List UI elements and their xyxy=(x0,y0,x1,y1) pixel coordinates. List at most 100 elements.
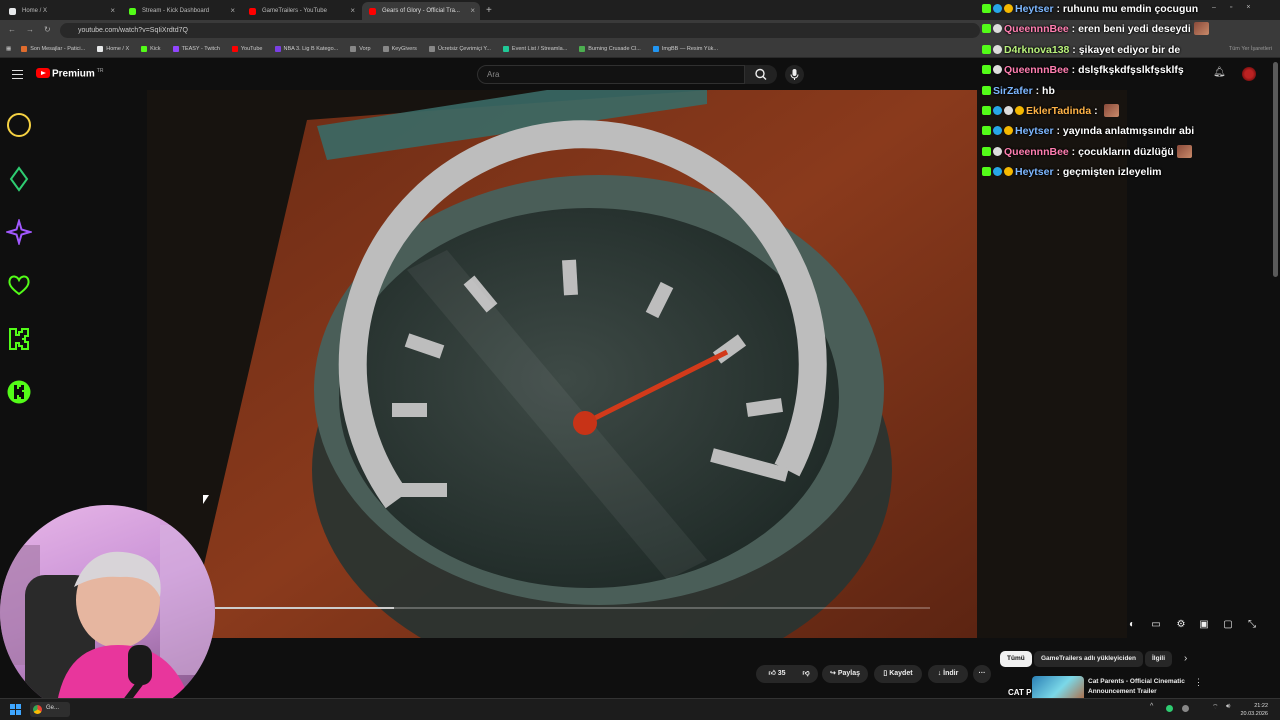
tray-chevron-icon[interactable]: ^ xyxy=(1150,703,1153,710)
chevron-right-icon[interactable]: › xyxy=(1184,653,1187,664)
clock-date: 20.03.2026 xyxy=(1240,711,1268,717)
bookmark-favicon-icon xyxy=(579,46,586,52)
chat-username[interactable]: SirZafer xyxy=(993,85,1033,97)
tab-label: GameTrailers - YouTube xyxy=(262,8,327,14)
chat-separator: : xyxy=(1032,84,1043,97)
bookmark-item[interactable]: ImgBB — Resim Yük... xyxy=(652,46,718,52)
chat-separator: : xyxy=(1053,125,1063,138)
k-badge-icon xyxy=(982,44,991,54)
clock-time: 21:22 xyxy=(1254,703,1268,709)
chat-username[interactable]: D4rknova138 xyxy=(1004,44,1069,56)
bookmark-item[interactable]: Home / X xyxy=(97,46,129,52)
bookmark-label: Vorp xyxy=(359,46,371,52)
close-tab-icon[interactable]: × xyxy=(110,2,115,20)
apps-icon[interactable]: ▦ xyxy=(6,46,11,52)
dislike-button[interactable]: 👎︎ xyxy=(796,665,816,683)
chat-username[interactable]: Heytser xyxy=(1015,166,1054,178)
system-clock[interactable]: 21:22 20.03.2026 xyxy=(1240,702,1268,718)
more-vert-icon[interactable]: ⋮ xyxy=(1194,677,1203,688)
webcam-frame xyxy=(0,525,215,720)
chat-username[interactable]: Heytser xyxy=(1015,125,1054,137)
chip-related[interactable]: İlgili xyxy=(1145,651,1172,667)
bookmark-item[interactable]: Son Mesajlar - Patici... xyxy=(21,46,85,52)
bookmark-item[interactable]: NBA 3. Lig B Katego... xyxy=(274,46,339,52)
bookmark-item[interactable]: TEASY - Twitch xyxy=(172,46,220,52)
chat-message: QueennnBee : dslşfkşkdfşslkfşsklfş xyxy=(982,61,1184,81)
video-player[interactable] xyxy=(147,90,1127,638)
new-tab-button[interactable]: + xyxy=(486,2,492,20)
tab-label: Gears of Glory - Official Tra... xyxy=(382,8,460,14)
browser-tab[interactable]: Stream - Kick Dashboard × xyxy=(122,2,240,20)
url-bar[interactable]: youtube.com/watch?v=SqIiXrdtd7Q xyxy=(60,23,980,38)
tray-app-icon[interactable] xyxy=(1166,705,1173,712)
browser-tab[interactable]: Home / X × xyxy=(2,2,120,20)
circle-icon xyxy=(7,113,31,137)
chat-username[interactable]: QueennnBee xyxy=(1004,146,1069,158)
miniplayer-icon[interactable]: ▣ xyxy=(1197,619,1211,631)
hamburger-menu-icon[interactable] xyxy=(12,70,23,79)
wifi-icon[interactable]: ⌔ xyxy=(1212,703,1219,712)
browser-tab[interactable]: GameTrailers - YouTube × xyxy=(242,2,360,20)
voice-search-button[interactable] xyxy=(785,65,804,84)
reload-icon[interactable]: ↻ xyxy=(44,25,51,34)
chat-username[interactable]: Heytser xyxy=(1015,3,1054,15)
back-icon[interactable]: ← xyxy=(8,25,16,34)
video-progress-fill xyxy=(215,607,394,609)
bookmark-item[interactable]: YouTube xyxy=(231,46,263,52)
windows-start-icon[interactable] xyxy=(10,704,21,715)
close-tab-icon[interactable]: × xyxy=(230,2,235,20)
chat-text: çocukların düzlüğü xyxy=(1078,145,1174,158)
save-button[interactable]: ▯ Kaydet xyxy=(874,665,922,683)
close-tab-icon[interactable]: × xyxy=(470,2,475,20)
share-button[interactable]: ↪ Paylaş xyxy=(822,665,868,683)
chip-from-uploader[interactable]: GameTrailers adlı yükleyiciden xyxy=(1034,651,1144,667)
gold-badge-icon xyxy=(1004,4,1013,13)
bookmark-item[interactable]: Event List / Streamla... xyxy=(502,46,567,52)
tray-app-icon[interactable] xyxy=(1182,705,1189,712)
kick-badge-icon xyxy=(7,380,31,404)
search-input[interactable]: Ara xyxy=(477,65,745,84)
mod-badge-icon xyxy=(993,65,1002,75)
bookmark-favicon-icon xyxy=(652,46,659,52)
share-label: Paylaş xyxy=(837,670,860,677)
autoplay-toggle[interactable]: ◐ xyxy=(1125,619,1139,631)
country-code: TR xyxy=(96,68,104,74)
bookmark-item[interactable]: Vorp xyxy=(350,46,371,52)
bookmark-label: Kick xyxy=(150,46,161,52)
forward-icon[interactable]: → xyxy=(26,25,34,34)
video-progress-bar[interactable] xyxy=(215,607,930,609)
kick-logo-icon xyxy=(9,328,29,350)
sub-badge-icon xyxy=(993,126,1002,136)
youtube-premium-logo[interactable]: Premium TR xyxy=(52,68,103,79)
url-text: youtube.com/watch?v=SqIiXrdtd7Q xyxy=(78,27,188,34)
close-tab-icon[interactable]: × xyxy=(350,2,355,20)
subtitles-icon[interactable]: ▭ xyxy=(1149,619,1163,631)
settings-gear-icon[interactable]: ⚙ xyxy=(1174,619,1188,631)
streamer-webcam xyxy=(0,505,215,720)
bookmark-item[interactable]: Burning Crusade Cl... xyxy=(579,46,641,52)
taskbar-chrome-app[interactable]: Ge... xyxy=(30,702,70,717)
chip-all[interactable]: Tümü xyxy=(1000,651,1032,667)
chat-username[interactable]: EklerTadinda xyxy=(1026,105,1091,117)
bookmark-label: NBA 3. Lig B Katego... xyxy=(283,46,339,52)
theater-mode-icon[interactable]: ▢ xyxy=(1221,619,1235,631)
bookmark-favicon-icon xyxy=(141,46,148,52)
chat-username[interactable]: QueennnBee xyxy=(1004,23,1069,35)
chat-username[interactable]: QueennnBee xyxy=(1004,64,1069,76)
taskbar-app-label: Ge... xyxy=(46,705,60,711)
fullscreen-icon[interactable]: ⤡ xyxy=(1245,619,1259,631)
volume-icon[interactable]: 🔊︎ xyxy=(1226,703,1230,711)
youtube-logo-icon[interactable] xyxy=(36,68,50,78)
bookmark-item[interactable]: Kick xyxy=(141,46,161,52)
like-button[interactable]: 👍︎ 35 xyxy=(758,665,796,683)
more-actions-button[interactable]: ··· xyxy=(973,665,991,683)
chat-message: SirZafer : hb xyxy=(982,82,1055,102)
bookmark-item[interactable]: KeyGivers xyxy=(382,46,417,52)
browser-tab-active[interactable]: Gears of Glory - Official Tra... × xyxy=(362,2,480,20)
bookmark-favicon-icon xyxy=(502,46,509,52)
recommended-title[interactable]: Cat Parents - Official Cinematic Announc… xyxy=(1088,677,1198,697)
search-button[interactable] xyxy=(745,65,777,84)
bookmark-item[interactable]: Ücretsiz Çevrimiçi Y... xyxy=(428,46,491,52)
save-label: Kaydet xyxy=(889,670,913,677)
download-button[interactable]: ↓ İndir xyxy=(928,665,968,683)
